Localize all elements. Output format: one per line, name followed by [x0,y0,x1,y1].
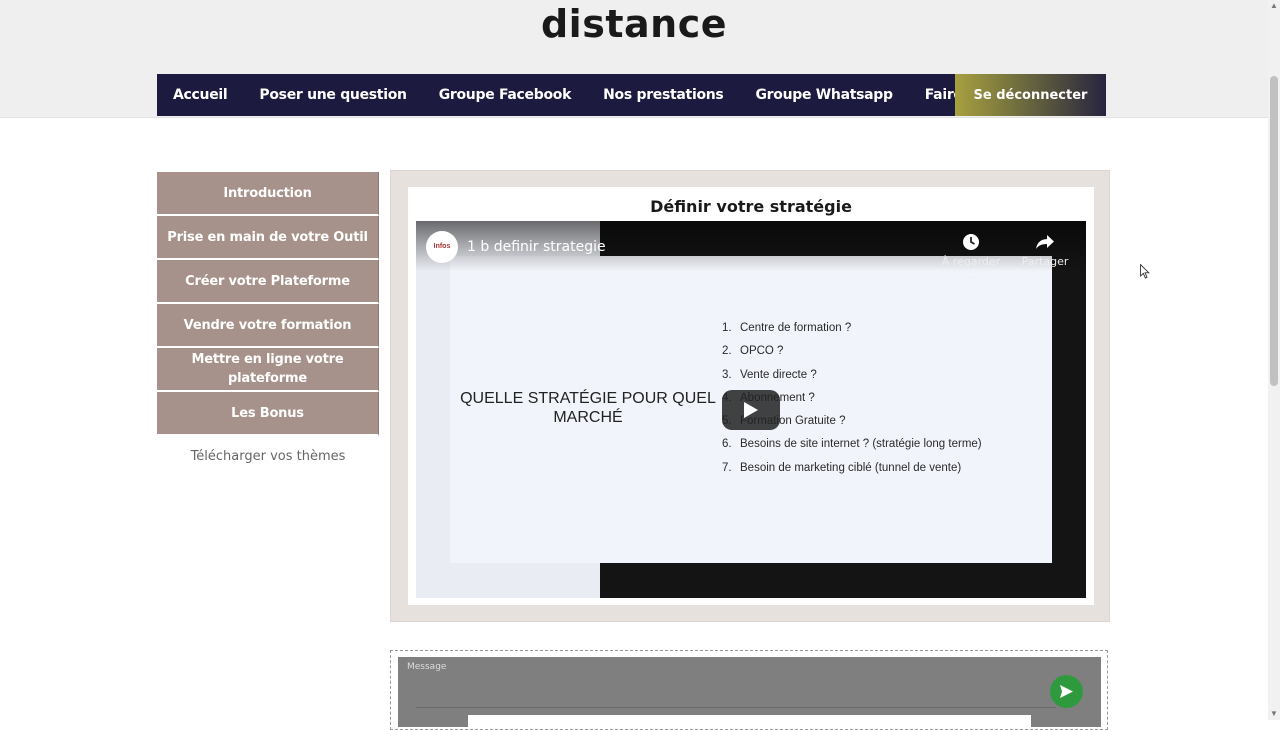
scroll-down-arrow-icon[interactable]: ▼ [1268,708,1280,720]
lesson-panel: Définir votre stratégie QUELLE STRATÉGIE… [390,170,1110,622]
comment-form: Message [398,657,1101,729]
lesson-title: Définir votre stratégie [650,197,852,216]
slide-list-item: 2. OPCO ? [722,345,784,358]
video-title[interactable]: 1 b definir strategie [467,239,606,255]
scroll-thumb[interactable] [1270,76,1278,386]
clock-icon [963,234,979,250]
share-label: Partager [1021,255,1069,268]
watch-later-label: À regarder ... [941,255,1001,281]
watch-later-button[interactable]: À regarder ... [936,233,1006,281]
sidebar-item-creer-plateforme[interactable]: Créer votre Plateforme [157,260,379,304]
send-icon [1060,685,1073,698]
page-scrollbar[interactable]: ▲ ▼ [1268,0,1280,720]
sidebar-item-prise-en-main[interactable]: Prise en main de votre Outil [157,216,379,260]
channel-avatar[interactable]: Infos [426,231,458,263]
slide-list-item: 6. Besoins de site internet ? (stratégie … [722,438,982,451]
nav-groupe-whatsapp[interactable]: Groupe Whatsapp [739,87,908,103]
sidebar-item-mettre-en-ligne[interactable]: Mettre en ligne votre plateforme [157,348,379,392]
sidebar-item-vendre-formation[interactable]: Vendre votre formation [157,304,379,348]
mouse-cursor-icon [1140,264,1150,279]
lesson-sidebar: Introduction Prise en main de votre Outi… [157,172,379,464]
message-input[interactable] [416,677,1056,708]
scroll-up-arrow-icon[interactable]: ▲ [1268,0,1280,12]
download-themes-link[interactable]: Télécharger vos thèmes [157,449,379,464]
nav-groupe-facebook[interactable]: Groupe Facebook [423,87,587,103]
slide-heading: QUELLE STRATÉGIE POUR QUEL MARCHÉ [460,390,716,426]
logout-button[interactable]: Se déconnecter [955,74,1106,116]
nav-poser-question[interactable]: Poser une question [243,87,422,103]
comment-box: Message [390,650,1108,730]
video-player[interactable]: QUELLE STRATÉGIE POUR QUEL MARCHÉ 1. Cent… [416,221,1086,598]
play-icon [744,402,758,418]
share-button[interactable]: Partager [1010,233,1080,268]
nav-accueil[interactable]: Accueil [157,87,243,103]
page-title: distance [540,2,727,46]
sidebar-item-bonus[interactable]: Les Bonus [157,392,379,436]
nav-nos-prestations[interactable]: Nos prestations [587,87,739,103]
lesson-card: Définir votre stratégie QUELLE STRATÉGIE… [408,187,1094,605]
video-header: Infos 1 b definir strategie À regarder .… [416,221,1086,281]
send-button[interactable] [1050,675,1083,708]
slide-list-item: 3. Vente directe ? [722,368,817,381]
share-arrow-icon [1036,235,1054,249]
message-label: Message [407,662,447,672]
main-navbar: Accueil Poser une question Groupe Facebo… [157,74,1106,116]
play-button[interactable] [722,390,780,430]
comment-list-top [468,715,1031,729]
slide-list-item: 1. Centre de formation ? [722,322,852,334]
sidebar-item-introduction[interactable]: Introduction [157,172,379,216]
slide-list-item: 7. Besoin de marketing ciblé (tunnel de v… [722,461,962,474]
